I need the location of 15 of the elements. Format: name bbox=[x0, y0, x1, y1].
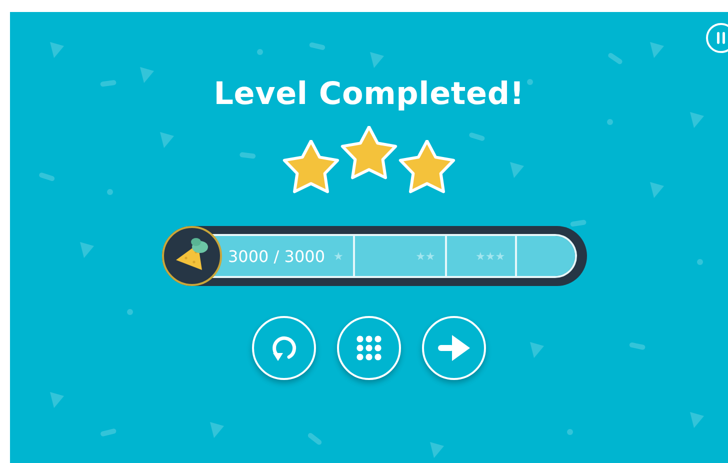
star-threshold-marker: ★ bbox=[334, 250, 344, 262]
star-threshold-marker: ★★ bbox=[416, 250, 436, 262]
arrow-right-icon bbox=[437, 334, 471, 362]
level-menu-button[interactable] bbox=[337, 316, 401, 380]
replay-button[interactable] bbox=[252, 316, 316, 380]
star-threshold-marker: ★★★ bbox=[475, 250, 506, 262]
next-button[interactable] bbox=[422, 316, 486, 380]
grid-icon bbox=[356, 335, 382, 361]
filled-star-icon bbox=[340, 126, 398, 182]
score-text: 3000 / 3000 bbox=[228, 246, 325, 266]
level-completed-title: Level Completed! bbox=[214, 76, 524, 112]
filled-star-icon bbox=[282, 140, 340, 196]
pause-button[interactable] bbox=[706, 23, 728, 53]
pause-icon bbox=[716, 32, 726, 44]
filled-star-icon bbox=[398, 140, 456, 196]
